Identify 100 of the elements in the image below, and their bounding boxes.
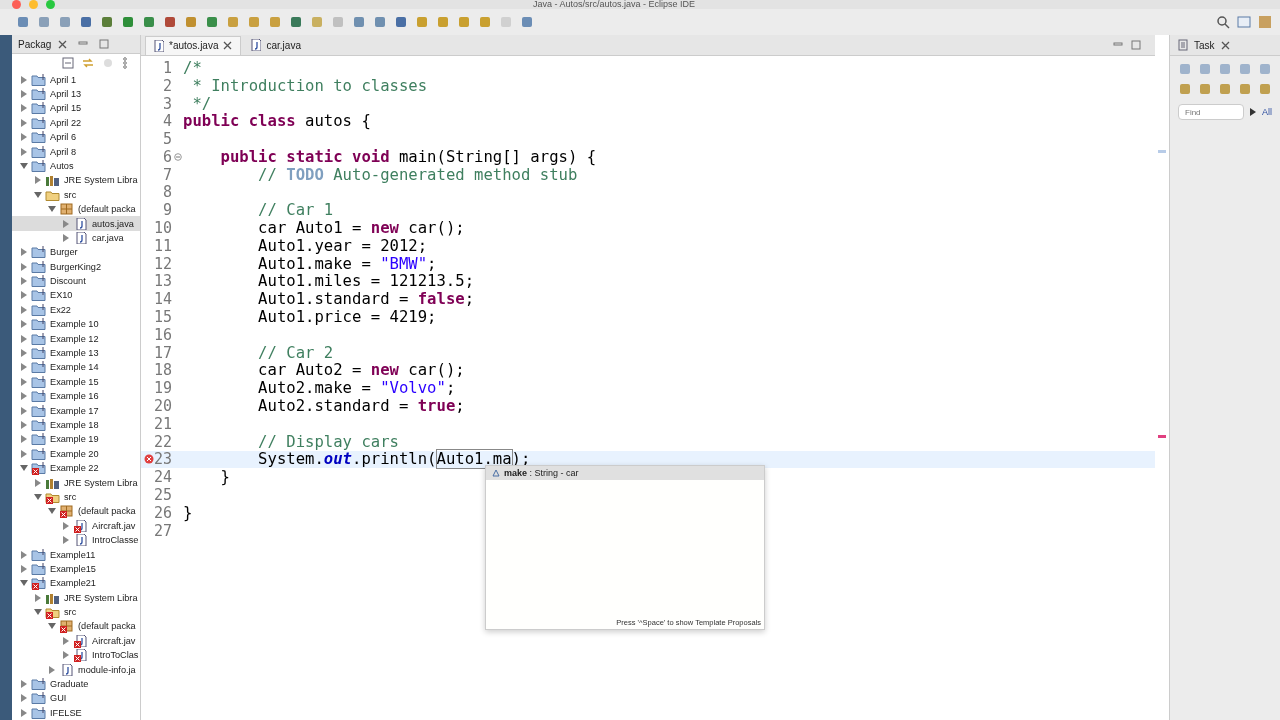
tree-item[interactable]: src [12,489,140,505]
tree-item[interactable]: module-info.ja [12,662,140,677]
collapsed-arrow-icon[interactable] [20,349,28,358]
tree-item[interactable]: Aircraft.jav [12,633,140,649]
collapsed-arrow-icon[interactable] [20,334,28,343]
collapsed-arrow-icon[interactable] [20,363,28,372]
tree-item[interactable]: Example 10 [12,317,140,332]
tree-item[interactable]: April 13 [12,86,140,102]
collapsed-arrow-icon[interactable] [20,694,28,703]
tree-item[interactable]: April 15 [12,101,140,116]
maximize-icon[interactable] [1131,40,1141,50]
completion-proposal[interactable]: make : String - car [486,466,764,480]
collapsed-arrow-icon[interactable] [20,421,28,429]
expanded-arrow-icon[interactable] [48,205,56,214]
tree-item[interactable]: Burger [12,245,140,260]
collapsed-arrow-icon[interactable] [62,233,70,242]
tree-item[interactable]: (default packa [12,619,140,634]
view-menu-icon[interactable] [122,57,128,70]
collapsed-arrow-icon[interactable] [34,478,42,487]
tree-item[interactable]: Discount [12,273,140,289]
close-icon[interactable] [58,39,68,49]
tree-item[interactable]: Example 18 [12,417,140,433]
collapsed-arrow-icon[interactable] [20,277,28,286]
tree-item[interactable]: Example 15 [12,374,140,389]
close-icon[interactable] [1220,40,1230,50]
tree-item[interactable]: EX10 [12,288,140,303]
collapsed-arrow-icon[interactable] [20,118,28,127]
tree-item[interactable]: Autos [12,158,140,174]
tree-item[interactable]: src [12,604,140,620]
tree-item[interactable]: BurgerKing2 [12,259,140,274]
editor-tab[interactable]: *autos.java [145,35,242,55]
collapsed-arrow-icon[interactable] [20,435,28,444]
collapsed-arrow-icon[interactable] [62,219,70,228]
maximize-icon[interactable] [99,39,110,50]
collapsed-arrow-icon[interactable] [20,564,28,573]
tree-item[interactable]: April 8 [12,144,140,159]
tree-item[interactable]: src [12,187,140,202]
close-window-button[interactable] [12,0,21,9]
collapsed-arrow-icon[interactable] [62,651,70,660]
tree-item[interactable]: Example15 [12,561,140,577]
perspective-icon[interactable] [1237,15,1251,29]
expanded-arrow-icon[interactable] [48,622,56,631]
task-tab[interactable]: Task [1192,37,1217,53]
tree-item[interactable]: Example11 [12,547,140,562]
collapsed-arrow-icon[interactable] [20,449,28,458]
collapsed-arrow-icon[interactable] [20,550,28,559]
expanded-arrow-icon[interactable] [34,608,42,617]
close-icon[interactable] [223,41,233,50]
tree-item[interactable]: (default packa [12,504,140,519]
collapsed-arrow-icon[interactable] [20,133,28,142]
expanded-arrow-icon[interactable] [34,492,42,501]
collapsed-arrow-icon[interactable] [20,147,28,156]
collapsed-arrow-icon[interactable] [20,377,28,386]
collapsed-arrow-icon[interactable] [20,90,28,98]
tree-item[interactable]: Example21 [12,576,140,591]
tree-item[interactable]: IntroToClas [12,648,140,663]
collapsed-arrow-icon[interactable] [20,291,28,300]
collapsed-arrow-icon[interactable] [20,75,28,84]
collapsed-arrow-icon[interactable] [20,392,28,401]
collapsed-arrow-icon[interactable] [20,305,28,314]
collapsed-arrow-icon[interactable] [20,406,28,415]
tree-item[interactable]: April 1 [12,72,140,87]
collapsed-arrow-icon[interactable] [62,636,70,645]
link-icon[interactable] [82,57,94,70]
tree-item[interactable]: Example 19 [12,432,140,447]
collapsed-arrow-icon[interactable] [62,521,70,530]
tree-item[interactable]: Example 16 [12,389,140,404]
tree-item[interactable]: JRE System Libra [12,173,140,188]
collapsed-arrow-icon[interactable] [20,680,28,688]
tree-item[interactable]: Example 17 [12,403,140,418]
collapsed-arrow-icon[interactable] [20,262,28,271]
tree-item[interactable]: car.java [12,230,140,246]
tree-item[interactable]: IFELSE [12,705,140,720]
tree-item[interactable]: Ex22 [12,302,140,318]
collapsed-arrow-icon[interactable] [20,104,28,113]
collapsed-arrow-icon[interactable] [48,665,56,674]
tree-item[interactable]: Graduate [12,676,140,692]
tree-item[interactable]: Aircraft.jav [12,518,140,533]
expanded-arrow-icon[interactable] [20,464,28,473]
tree-item[interactable]: Example 22 [12,460,140,476]
tree-item[interactable]: autos.java [12,216,140,231]
tree-item[interactable]: Example 20 [12,446,140,461]
tree-item[interactable]: Example 13 [12,345,140,361]
tree-item[interactable]: Example 12 [12,331,140,346]
expanded-arrow-icon[interactable] [34,190,42,199]
collapsed-arrow-icon[interactable] [34,176,42,185]
expanded-arrow-icon[interactable] [20,579,28,588]
all-link[interactable]: All [1262,107,1272,117]
tree-item[interactable]: April 6 [12,130,140,145]
tree-item[interactable]: IntroClasse [12,532,140,548]
tree-item[interactable]: GUI [12,691,140,706]
collapsed-arrow-icon[interactable] [20,248,28,257]
fold-icon[interactable] [174,152,182,161]
tree-item[interactable]: JRE System Libra [12,475,140,490]
tree-item[interactable]: (default packa [12,201,140,217]
editor-tab[interactable]: car.java [243,36,309,54]
collapsed-arrow-icon[interactable] [20,708,28,717]
tree-item[interactable]: April 22 [12,115,140,130]
expanded-arrow-icon[interactable] [48,507,56,516]
collapse-all-icon[interactable] [62,57,74,70]
